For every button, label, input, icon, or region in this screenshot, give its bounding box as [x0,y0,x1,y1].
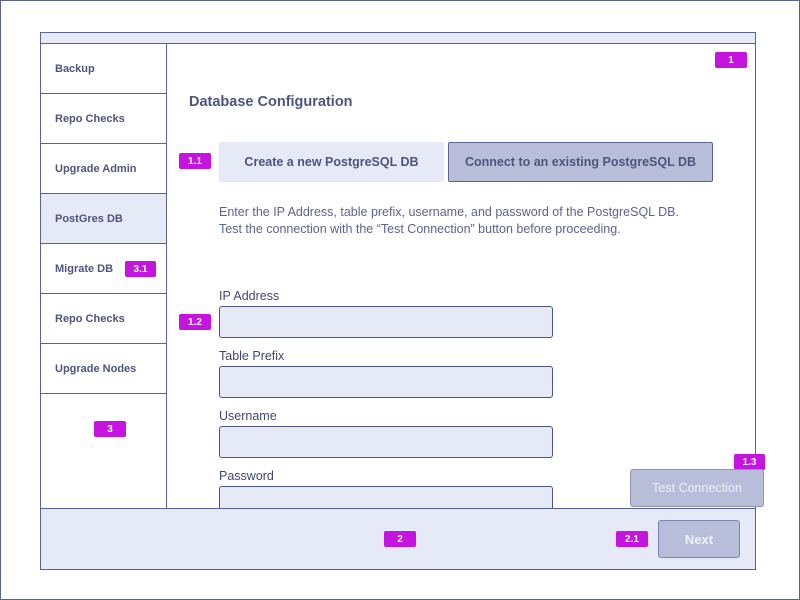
sidebar-item-postgres-db[interactable]: PostGres DB [41,194,166,244]
sidebar-item-label: Upgrade Admin [55,162,137,175]
sidebar-item-upgrade-admin[interactable]: Upgrade Admin [41,144,166,194]
ip-address-input[interactable] [219,306,553,338]
top-strip [41,33,755,44]
annotation-badge-3: 3 [94,421,126,437]
annotation-badge-2-1: 2.1 [616,531,648,547]
annotation-badge-2: 2 [384,531,416,547]
connect-existing-db-button[interactable]: Connect to an existing PostgreSQL DB [448,142,713,182]
app-window: Backup Repo Checks Upgrade Admin PostGre… [40,32,765,570]
annotation-badge-1-1: 1.1 [179,153,211,169]
create-new-db-button[interactable]: Create a new PostgreSQL DB [219,142,444,182]
sidebar: Backup Repo Checks Upgrade Admin PostGre… [41,44,167,508]
username-input[interactable] [219,426,553,458]
instructions-line-2: Test the connection with the “Test Conne… [219,222,621,236]
sidebar-item-label: Repo Checks [55,312,125,325]
sidebar-item-repo-checks[interactable]: Repo Checks [41,94,166,144]
username-label: Username [219,409,277,423]
sidebar-item-label: PostGres DB [55,212,123,225]
sidebar-item-upgrade-nodes[interactable]: Upgrade Nodes [41,344,166,394]
page-title: Database Configuration [189,94,353,110]
next-button[interactable]: Next [658,520,740,558]
instructions-text: Enter the IP Address, table prefix, user… [219,204,739,238]
annotation-badge-3-1: 3.1 [125,261,156,277]
ip-address-label: IP Address [219,289,280,303]
password-label: Password [219,469,274,483]
sidebar-item-label: Migrate DB [55,262,114,275]
main-panel: 1 Database Configuration 1.1 Create a ne… [167,44,765,518]
sidebar-item-migrate-db[interactable]: Migrate DB 3.1 [41,244,166,294]
sidebar-item-label: Repo Checks [55,112,125,125]
table-prefix-label: Table Prefix [219,349,285,363]
annotation-badge-1: 1 [715,52,747,68]
instructions-line-1: Enter the IP Address, table prefix, user… [219,205,679,219]
annotation-badge-1-3: 1.3 [734,454,765,470]
sidebar-item-label: Backup [55,62,95,75]
sidebar-item-repo-checks-2[interactable]: Repo Checks [41,294,166,344]
sidebar-item-backup[interactable]: Backup [41,44,166,94]
test-connection-button[interactable]: Test Connection [630,469,764,507]
sidebar-item-label: Upgrade Nodes [55,362,137,375]
annotation-badge-1-2: 1.2 [179,314,211,330]
footer-bar: 2 2.1 Next [41,508,755,569]
table-prefix-input[interactable] [219,366,553,398]
